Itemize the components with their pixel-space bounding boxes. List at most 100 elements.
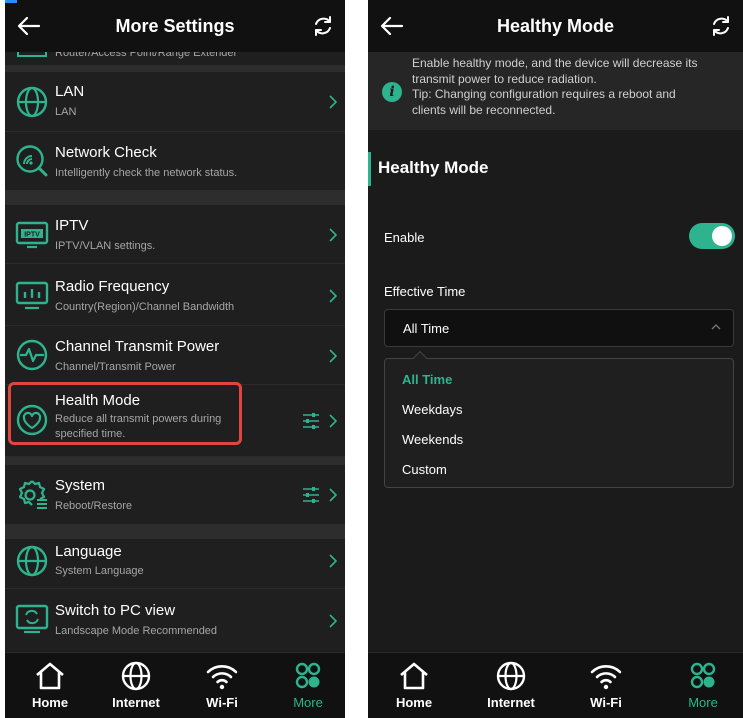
chevron-up-icon xyxy=(711,324,721,330)
chevron-right-icon xyxy=(329,95,338,109)
back-arrow-icon[interactable] xyxy=(15,12,43,40)
section-divider xyxy=(5,525,345,539)
toggle-knob xyxy=(712,226,732,246)
transmit-power-icon xyxy=(16,339,48,371)
router-icon xyxy=(17,52,47,57)
enable-toggle[interactable] xyxy=(689,223,735,249)
nav-label: Internet xyxy=(487,695,535,710)
svg-text:IPTV: IPTV xyxy=(24,232,40,239)
list-item-iptv[interactable]: IPTV IPTV IPTV/VLAN settings. xyxy=(5,205,345,264)
nav-internet[interactable]: Internet xyxy=(101,661,171,717)
more-icon xyxy=(295,662,321,689)
effective-time-dropdown: All Time Weekdays Weekends Custom xyxy=(384,350,734,488)
bottom-nav: Home Internet Wi-Fi More xyxy=(368,652,743,718)
list-item-lan[interactable]: LAN LAN xyxy=(5,72,345,132)
top-bar: More Settings xyxy=(5,0,345,52)
list-item-title: System xyxy=(55,477,106,494)
list-item-title: Channel Transmit Power xyxy=(55,338,220,355)
nav-label: Wi-Fi xyxy=(206,695,238,710)
list-item-subtitle: Reboot/Restore xyxy=(55,500,133,512)
wifi-icon xyxy=(206,665,238,690)
chevron-right-icon xyxy=(329,488,338,502)
nav-label: More xyxy=(293,695,323,710)
chevron-right-icon xyxy=(329,554,338,568)
option-weekdays[interactable]: Weekdays xyxy=(402,402,462,417)
info-icon: i xyxy=(382,82,402,102)
list-item-title: IPTV xyxy=(55,217,89,234)
dropdown-pointer xyxy=(412,350,428,366)
wifi-icon xyxy=(590,665,622,690)
nav-wifi[interactable]: Wi-Fi xyxy=(187,661,257,717)
chevron-right-icon xyxy=(329,228,338,242)
nav-label: Internet xyxy=(112,695,160,710)
nav-more[interactable]: More xyxy=(273,661,343,717)
nav-home[interactable]: Home xyxy=(15,661,85,717)
network-check-icon xyxy=(16,145,48,177)
nav-internet[interactable]: Internet xyxy=(476,661,546,717)
refresh-icon[interactable] xyxy=(311,14,335,38)
option-custom[interactable]: Custom xyxy=(402,462,447,477)
list-item-title: Switch to PC view xyxy=(55,602,176,619)
system-gear-icon xyxy=(18,480,47,509)
nav-home[interactable]: Home xyxy=(379,661,449,717)
list-item-title: Radio Frequency xyxy=(55,278,170,295)
option-weekends[interactable]: Weekends xyxy=(402,432,463,447)
settings-sliders-icon[interactable] xyxy=(301,486,321,504)
top-bar: Healthy Mode xyxy=(368,0,743,52)
page-title: More Settings xyxy=(115,15,235,36)
globe-icon xyxy=(121,661,151,691)
list-item-subtitle: Channel/Transmit Power xyxy=(55,361,176,373)
list-item-network-check[interactable]: Network Check Intelligently check the ne… xyxy=(5,132,345,191)
chevron-right-icon xyxy=(329,614,338,628)
nav-more[interactable]: More xyxy=(668,661,738,717)
health-mode-highlight-box xyxy=(8,382,242,445)
chevron-right-icon xyxy=(329,414,338,428)
effective-time-label: Effective Time xyxy=(384,284,466,299)
list-item-radio-frequency[interactable]: Radio Frequency Country(Region)/Channel … xyxy=(5,264,345,326)
list-item-subtitle: Router/Access Point/Range Extender xyxy=(55,52,238,59)
settings-list: Router/Access Point/Range Extender LAN L… xyxy=(5,52,345,652)
list-item-channel-transmit-power[interactable]: Channel Transmit Power Channel/Transmit … xyxy=(5,326,345,385)
list-item-title: Language xyxy=(55,543,122,560)
healthy-mode-screen: Healthy Mode i Enable healthy mode, and … xyxy=(368,0,743,718)
notice-text: Enable healthy mode, and the device will… xyxy=(412,56,712,118)
list-item-operating-mode[interactable]: Router/Access Point/Range Extender xyxy=(5,52,345,66)
bottom-nav: Home Internet Wi-Fi More xyxy=(5,652,345,718)
list-item-subtitle: LAN xyxy=(55,106,77,118)
back-arrow-icon[interactable] xyxy=(378,12,406,40)
effective-time-select[interactable]: All Time xyxy=(384,309,734,347)
list-item-title: LAN xyxy=(55,83,85,100)
radio-frequency-icon xyxy=(15,281,49,310)
page-title: Healthy Mode xyxy=(496,15,615,36)
nav-label: More xyxy=(688,695,718,710)
status-indicator xyxy=(5,0,17,3)
list-item-subtitle: Landscape Mode Recommended xyxy=(55,625,218,637)
home-icon xyxy=(400,662,428,690)
globe-icon xyxy=(496,661,526,691)
list-item-title: Network Check xyxy=(55,144,157,161)
list-item-switch-pc-view[interactable]: Switch to PC view Landscape Mode Recomme… xyxy=(5,589,345,651)
list-item-subtitle: IPTV/VLAN settings. xyxy=(55,240,156,252)
home-icon xyxy=(36,662,64,690)
section-divider xyxy=(5,191,345,205)
chevron-right-icon xyxy=(329,289,338,303)
info-notice: i Enable healthy mode, and the device wi… xyxy=(368,52,743,130)
nav-label: Wi-Fi xyxy=(590,695,622,710)
list-item-subtitle: System Language xyxy=(55,565,144,577)
notice-tip: Tip: Changing configuration requires a r… xyxy=(412,87,676,117)
nav-label: Home xyxy=(31,695,69,710)
nav-label: Home xyxy=(395,695,433,710)
section-title: Healthy Mode xyxy=(378,158,489,177)
list-item-language[interactable]: Language System Language xyxy=(5,539,345,589)
list-item-system[interactable]: System Reboot/Restore xyxy=(5,465,345,525)
more-icon xyxy=(690,662,716,689)
select-value: All Time xyxy=(403,321,450,336)
iptv-icon: IPTV xyxy=(15,221,49,249)
notice-description: Enable healthy mode, and the device will… xyxy=(412,56,698,86)
refresh-icon[interactable] xyxy=(709,14,733,38)
option-all-time[interactable]: All Time xyxy=(402,372,452,387)
more-settings-screen: More Settings Router/Access Point/Range … xyxy=(5,0,345,718)
chevron-right-icon xyxy=(329,349,338,363)
settings-sliders-icon[interactable] xyxy=(301,412,321,430)
nav-wifi[interactable]: Wi-Fi xyxy=(571,661,641,717)
